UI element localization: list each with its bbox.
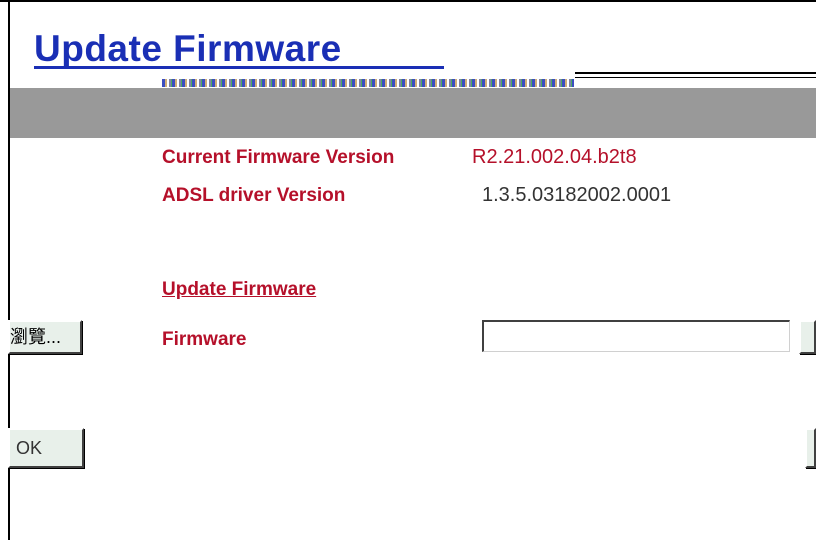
page-title: Update Firmware [34, 28, 342, 69]
update-firmware-heading[interactable]: Update Firmware [162, 279, 316, 301]
firmware-file-input[interactable] [482, 320, 790, 352]
adsl-driver-value: 1.3.5.03182002.0001 [482, 184, 672, 206]
browse-button[interactable]: 瀏覽... [8, 320, 82, 354]
current-firmware-value: R2.21.002.04.b2t8 [472, 146, 637, 168]
header-rule [575, 72, 816, 74]
title-decoration [162, 79, 574, 87]
header-band [10, 88, 816, 138]
title-underline [34, 66, 444, 69]
header-rule-secondary [575, 77, 816, 78]
browse-button-right[interactable] [799, 320, 816, 354]
ok-button-right[interactable] [805, 428, 816, 468]
ok-button[interactable]: OK [8, 428, 84, 468]
current-firmware-label: Current Firmware Version [162, 147, 395, 168]
frame-top-border [0, 0, 816, 2]
adsl-driver-label: ADSL driver Version [162, 185, 346, 206]
firmware-label: Firmware [162, 329, 247, 350]
